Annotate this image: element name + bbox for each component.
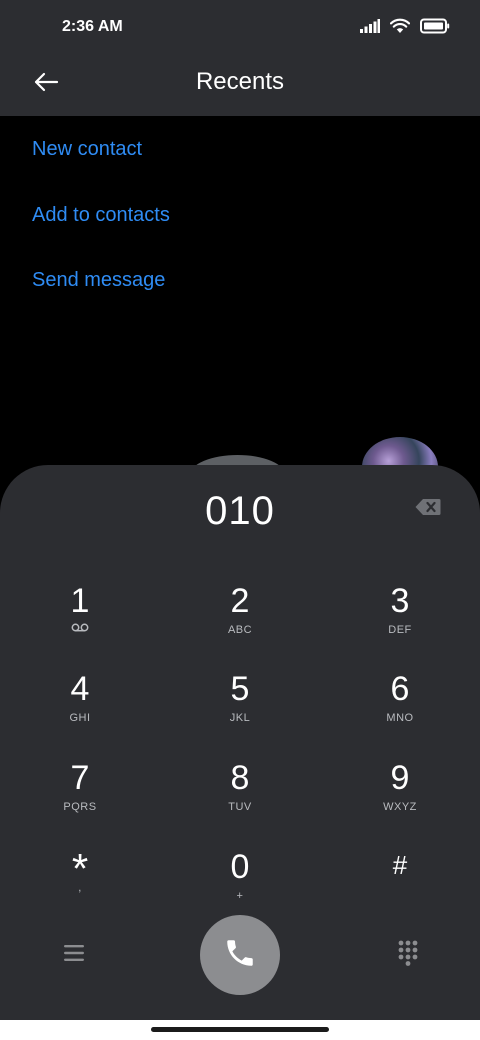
battery-icon bbox=[420, 18, 450, 39]
key-7[interactable]: 7 PQRS bbox=[20, 758, 140, 838]
key-digit: 1 bbox=[70, 582, 90, 620]
key-digit: 8 bbox=[230, 759, 250, 797]
dialed-number: 010 bbox=[205, 489, 275, 533]
key-letters: TUV bbox=[228, 801, 252, 813]
navigation-bar bbox=[0, 1020, 480, 1040]
dialpad-button[interactable] bbox=[388, 935, 428, 975]
menu-icon bbox=[63, 944, 85, 967]
phone-icon bbox=[223, 936, 257, 975]
key-letters: DEF bbox=[388, 624, 412, 636]
status-icons bbox=[360, 17, 450, 39]
key-digit: 3 bbox=[390, 582, 410, 620]
wifi-icon bbox=[389, 18, 411, 39]
key-digit: 5 bbox=[230, 670, 250, 708]
key-digit: 7 bbox=[70, 759, 90, 797]
backspace-icon bbox=[415, 498, 441, 521]
page-title: Recents bbox=[195, 68, 285, 95]
status-bar: 2:36 AM bbox=[0, 0, 480, 56]
key-3[interactable]: 3 DEF bbox=[340, 581, 460, 661]
key-8[interactable]: 8 TUV bbox=[180, 758, 300, 838]
key-4[interactable]: 4 GHI bbox=[20, 669, 140, 749]
new-contact-link[interactable]: New contact bbox=[32, 138, 142, 161]
add-to-contacts-link[interactable]: Add to contacts bbox=[32, 204, 170, 227]
key-letters: , bbox=[78, 882, 82, 894]
key-hash[interactable]: # bbox=[340, 847, 460, 927]
status-time: 2:36 AM bbox=[62, 18, 123, 35]
key-letters: JKL bbox=[229, 712, 251, 724]
send-message-link[interactable]: Send message bbox=[32, 269, 165, 292]
key-letters: PQRS bbox=[63, 801, 97, 813]
key-9[interactable]: 9 WXYZ bbox=[340, 758, 460, 838]
key-star[interactable]: * , bbox=[20, 847, 140, 927]
key-2[interactable]: 2 ABC bbox=[180, 581, 300, 661]
key-letters: WXYZ bbox=[383, 801, 417, 813]
dialer-panel: 010 1 2 ABC 3 DEF 4 GHI 5 JKL 6 MNO 7 PQ… bbox=[0, 465, 480, 1020]
key-digit: 4 bbox=[70, 670, 90, 708]
voicemail-icon bbox=[20, 623, 140, 637]
key-6[interactable]: 6 MNO bbox=[340, 669, 460, 749]
signal-icon bbox=[360, 18, 380, 38]
key-digit: # bbox=[392, 850, 408, 880]
key-digit: 2 bbox=[230, 582, 250, 620]
key-digit: 6 bbox=[390, 670, 410, 708]
key-letters: ABC bbox=[227, 624, 253, 636]
app-bar: Recents bbox=[0, 56, 480, 116]
key-digit: 0 bbox=[230, 848, 250, 886]
call-button[interactable] bbox=[200, 915, 280, 995]
key-letters: GHI bbox=[69, 712, 91, 724]
key-letters: MNO bbox=[386, 712, 414, 724]
key-5[interactable]: 5 JKL bbox=[180, 669, 300, 749]
key-letters: + bbox=[236, 890, 244, 902]
menu-button[interactable] bbox=[54, 937, 94, 973]
dialpad-icon bbox=[398, 940, 418, 971]
home-indicator[interactable] bbox=[151, 1027, 329, 1032]
backspace-button[interactable] bbox=[410, 495, 446, 523]
key-1[interactable]: 1 bbox=[20, 581, 140, 661]
key-digit: 9 bbox=[390, 759, 410, 797]
